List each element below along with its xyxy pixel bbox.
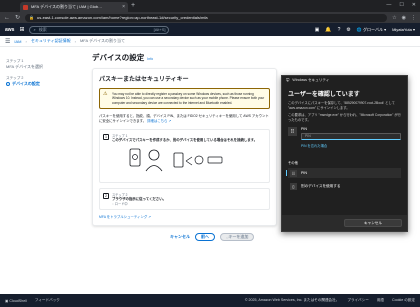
star-icon[interactable]: ☆	[392, 15, 396, 21]
address-bar[interactable]: 🔒 us-east-1.console.aws.amazon.com/iam/h…	[25, 13, 388, 22]
dialog-request-source: この要求は、アプリ "msedge.exe" から行われ、"Microsoft …	[288, 113, 401, 122]
pin-keypad-icon: ⠿	[290, 169, 297, 177]
dialog-title: ユーザーを確認しています	[288, 92, 360, 98]
wizard-steps: ステップ 1 MFA デバイスを選択 ステップ 2 デバイスの設定	[6, 59, 78, 93]
dialog-footer: キャンセル	[282, 215, 407, 231]
instruction-step-2: 2 ステップ 2 ブラウザの指示に従ってください。 ◌ ロード中	[99, 187, 270, 211]
dialog-header: Windows セキュリティ	[292, 78, 330, 82]
option-pin-label: PIN	[301, 171, 307, 176]
new-tab-button[interactable]: +	[131, 2, 135, 9]
instruction-step-text: このデバイスでパスキーを作成するか、別のデバイスを使用している場合はそれを接続し…	[112, 138, 258, 143]
device-illustration-icon	[129, 148, 223, 171]
page-title: デバイスの設定	[92, 53, 145, 62]
warning-icon: ⚠	[103, 91, 108, 97]
dialog-description: このデバイスにパスキーを保存して、'585290079907-root-2Boo…	[288, 101, 395, 110]
close-tab-icon[interactable]: ×	[122, 4, 125, 10]
learn-more-link[interactable]: 詳細はこちら ↗	[147, 119, 171, 123]
step-number-2: 2	[103, 192, 109, 199]
chevron-right-icon: ›	[25, 38, 27, 44]
hamburger-menu-icon[interactable]: ☰	[5, 38, 10, 45]
back-icon[interactable]: ←	[4, 15, 10, 21]
aws-favicon-icon	[23, 4, 28, 10]
copyright-text: © 2025, Amazon Web Services, Inc. またはその関…	[244, 298, 340, 302]
wizard-actions: キャンセル 前へ ◌ キーを追加	[170, 233, 255, 241]
chevron-right-icon: ›	[74, 38, 76, 44]
aws-header: aws ⊞ ⌕ 検索 [Alt+S] ▣ 🔔 ? ⚙ 🌐 グローバル ▾ Miy…	[0, 23, 420, 36]
device-setup-panel: デバイスの設定 Info パスキーまたはセキュリティキー ⚠ You may n…	[92, 52, 277, 226]
services-grid-icon[interactable]: ⊞	[19, 26, 24, 33]
bell-icon[interactable]: 🔔	[325, 27, 331, 33]
browser-tab-bar: MFA デバイスの割り当て | IAM | Glob… × + — ☐ ✕	[0, 0, 420, 12]
pin-input[interactable]: PIN	[301, 133, 401, 141]
add-key-button[interactable]: ◌ キーを追加	[220, 233, 255, 241]
current-step-icon	[6, 81, 10, 86]
info-link[interactable]: Info	[147, 57, 153, 61]
aws-header-right: ▣ 🔔 ? ⚙ 🌐 グローバル ▾ MiyataYuta ▾	[315, 27, 415, 33]
dialog-cancel-button[interactable]: キャンセル	[344, 219, 402, 227]
step-title: デバイスの設定	[12, 81, 40, 86]
option-other-device[interactable]: ▯ 別のデバイスを使用する	[288, 181, 401, 191]
option-other-device-label: 別のデバイスを使用する	[301, 183, 341, 188]
gear-icon[interactable]: ⚙	[346, 27, 350, 33]
terms-link[interactable]: 用語	[377, 298, 384, 303]
pin-keypad-icon: ⠿	[288, 127, 297, 137]
search-placeholder: 検索	[38, 26, 47, 32]
previous-button[interactable]: 前へ	[195, 233, 215, 241]
breadcrumb: ☰ IAM › セキュリティ認証情報 › MFA デバイスの割り当て	[0, 36, 420, 47]
help-icon[interactable]: ?	[338, 27, 341, 33]
search-icon: ⌕	[33, 27, 36, 32]
passkey-card: パスキーまたはセキュリティキー ⚠ You may not be able to…	[92, 68, 277, 226]
more-icon[interactable]: ⋮	[411, 15, 416, 21]
tab-title: MFA デバイスの割り当て | IAM | Glob…	[31, 4, 103, 9]
region-selector[interactable]: 🌐 グローバル ▾	[357, 27, 386, 33]
account-menu[interactable]: MiyataYuta ▾	[392, 27, 415, 32]
cancel-button[interactable]: キャンセル	[170, 234, 190, 240]
step-number-1: 1	[103, 134, 109, 141]
windows-security-dialog: ⛨ Windows セキュリティ ユーザーを確認しています このデバイスにパスキ…	[281, 75, 408, 232]
troubleshoot-link[interactable]: MFA をトラブルシューティング ↗	[99, 214, 270, 219]
phone-icon: ▯	[290, 182, 297, 190]
alert-text: You may not be able to directly register…	[112, 92, 265, 105]
window-controls: — ☐ ✕	[386, 2, 416, 8]
aws-footer: ▣ CloudShell フィードバック © 2025, Amazon Web …	[0, 294, 420, 307]
wizard-step-2: ステップ 2 デバイスの設定	[6, 76, 78, 87]
breadcrumb-security-credentials[interactable]: セキュリティ認証情報	[31, 38, 71, 44]
card-title: パスキーまたはセキュリティキー	[99, 77, 189, 83]
pin-entry: ⠿ PIN PIN PIN を忘れた場合	[288, 127, 401, 148]
passkey-illustration	[112, 145, 265, 179]
reload-icon[interactable]: ↻	[15, 14, 20, 21]
cloudshell-link[interactable]: ▣ CloudShell	[5, 299, 27, 303]
address-bar-row: ← ↻ 🔒 us-east-1.console.aws.amazon.com/i…	[0, 12, 420, 23]
step-title: MFA デバイスを選択	[6, 64, 43, 69]
instruction-step-1: 1 ステップ 1 このデバイスでパスキーを作成するか、別のデバイスを使用している…	[99, 129, 270, 183]
search-shortcut: [Alt+S]	[153, 27, 166, 32]
aws-search-input[interactable]: ⌕ 検索 [Alt+S]	[29, 25, 170, 34]
other-options-label: その他	[288, 161, 298, 166]
warning-alert: ⚠ You may not be able to directly regist…	[99, 88, 270, 110]
passkey-description: パスキーを使用すると、指紋、顔、デバイス PIN、または FIDO2 セキュリテ…	[99, 114, 269, 124]
wizard-step-1[interactable]: ステップ 1 MFA デバイスを選択	[6, 59, 78, 70]
aws-logo[interactable]: aws	[5, 27, 14, 33]
loading-text: ロード中	[114, 202, 128, 207]
cookie-settings-link[interactable]: Cookie の設定	[392, 298, 415, 303]
breadcrumb-current: MFA デバイスの割り当て	[79, 38, 125, 43]
maximize-icon[interactable]: ☐	[399, 2, 403, 8]
pin-label: PIN	[301, 127, 307, 132]
url-text: us-east-1.console.aws.amazon.com/iam/hom…	[37, 15, 208, 20]
profile-icon[interactable]: ◉	[402, 15, 406, 21]
main-content: ステップ 1 MFA デバイスを選択 ステップ 2 デバイスの設定 デバイスの設…	[0, 47, 420, 294]
forgot-pin-link[interactable]: PIN を忘れた場合	[301, 143, 401, 148]
close-window-icon[interactable]: ✕	[412, 2, 416, 8]
lock-icon: 🔒	[29, 15, 35, 20]
breadcrumb-iam[interactable]: IAM	[14, 39, 21, 44]
minimize-icon[interactable]: —	[386, 2, 391, 8]
shield-icon: ⛨	[286, 78, 290, 83]
browser-tab[interactable]: MFA デバイスの割り当て | IAM | Glob… ×	[20, 2, 128, 12]
privacy-link[interactable]: プライバシー	[347, 298, 369, 303]
feedback-link[interactable]: フィードバック	[35, 298, 60, 303]
cloudshell-icon[interactable]: ▣	[315, 27, 320, 33]
option-pin[interactable]: ⠿ PIN	[286, 168, 401, 179]
